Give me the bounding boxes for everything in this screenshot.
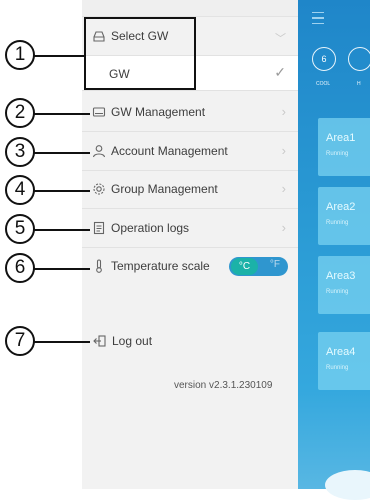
gw-management-label: GW Management (111, 105, 206, 119)
celsius-option[interactable]: °C (231, 258, 258, 275)
menu-icon[interactable] (312, 12, 324, 24)
gw-management-item[interactable]: GW Management › (82, 94, 298, 132)
chevron-right-icon: › (281, 181, 286, 196)
callout-leader (34, 55, 84, 57)
area-card[interactable]: Area2 Running (318, 187, 370, 245)
callout-leader (34, 190, 90, 192)
callout-4: 4 (5, 175, 35, 205)
cloud-decoration (325, 470, 370, 500)
area-card[interactable]: Area4 Running (318, 332, 370, 390)
temperature-unit-toggle[interactable]: °C °F (229, 257, 288, 276)
user-icon (92, 145, 106, 158)
area-status: Running (326, 220, 349, 226)
area-name: Area2 (326, 201, 356, 213)
mode-circle-icon-2[interactable] (348, 47, 370, 71)
fahrenheit-option[interactable]: °F (270, 259, 280, 270)
callout-leader (34, 152, 90, 154)
callout-6: 6 (5, 253, 35, 283)
mode-label-2: H (357, 81, 361, 87)
logout-button[interactable]: Log out (112, 334, 152, 348)
checkmark-icon: ✓ (274, 64, 286, 80)
gear-icon (93, 183, 105, 195)
area-status: Running (326, 365, 349, 371)
callout-7: 7 (5, 326, 35, 356)
callout-leader (34, 268, 90, 270)
area-name: Area3 (326, 270, 356, 282)
callout-5: 5 (5, 214, 35, 244)
chevron-right-icon: › (281, 104, 286, 119)
device-icon (92, 107, 106, 117)
area-card[interactable]: Area3 Running (318, 256, 370, 314)
thermometer-icon (96, 259, 102, 273)
area-name: Area4 (326, 346, 356, 358)
area-status: Running (326, 151, 349, 157)
mode-circle-icon[interactable]: 6 (312, 47, 336, 71)
area-name: Area1 (326, 132, 356, 144)
area-status: Running (326, 289, 349, 295)
callout-leader (34, 113, 90, 115)
chevron-right-icon: › (281, 220, 286, 235)
area-card[interactable]: Area1 Running (318, 118, 370, 176)
operation-logs-label: Operation logs (111, 221, 190, 235)
drawer-header (82, 0, 298, 17)
callout-leader (34, 229, 90, 231)
mode-label: COOL (316, 81, 331, 87)
callout-3: 3 (5, 137, 35, 167)
group-management-label: Group Management (111, 182, 218, 196)
account-management-label: Account Management (111, 144, 228, 158)
callout-leader (34, 341, 90, 343)
logout-icon[interactable] (93, 334, 107, 348)
chevron-down-icon: ﹀ (275, 33, 286, 45)
chevron-right-icon: › (281, 143, 286, 158)
version-text: version v2.3.1.230109 (174, 380, 273, 391)
callout-1: 1 (5, 40, 35, 70)
callout-2: 2 (5, 98, 35, 128)
account-management-item[interactable]: Account Management › (82, 133, 298, 171)
temperature-scale-label: Temperature scale (111, 259, 210, 273)
document-icon (93, 221, 105, 235)
operation-logs-item[interactable]: Operation logs › (82, 210, 298, 248)
select-gw-highlight-box (84, 17, 196, 90)
group-management-item[interactable]: Group Management › (82, 171, 298, 209)
mode-value: 6 (321, 54, 327, 64)
